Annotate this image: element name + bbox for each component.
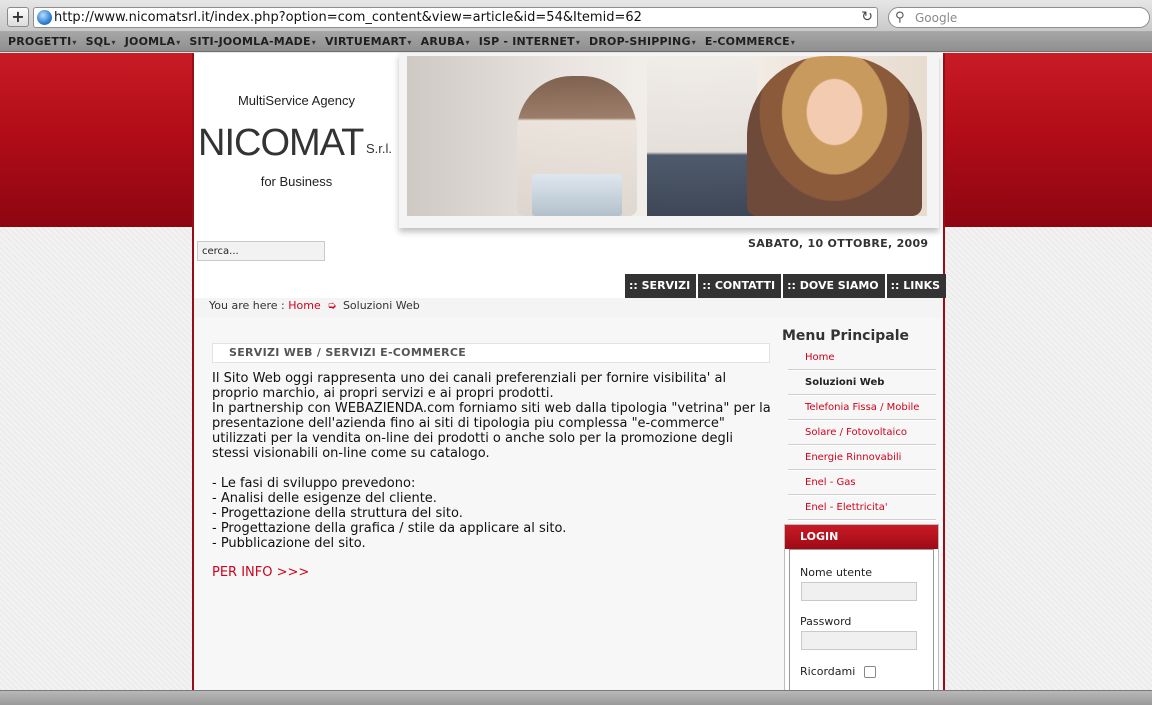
bookmark-drop-shipping[interactable]: DROP-SHIPPING▾ — [589, 32, 696, 51]
chevron-down-icon: ▾ — [790, 38, 796, 47]
main-menu: Home Soluzioni Web Telefonia Fissa / Mob… — [788, 345, 936, 520]
header-banner-image — [399, 53, 939, 228]
bookmarks-bar: PROGETTI▾ SQL▾ JOOMLA▾ SITI-JOOMLA-MADE▾… — [0, 32, 1152, 52]
username-label: Nome utente — [800, 566, 873, 579]
browser-status-bar — [0, 690, 1152, 705]
current-date: SABATO, 10 OTTOBRE, 2009 — [748, 237, 929, 250]
search-bar[interactable]: ⚲ Google — [888, 7, 1150, 28]
article-list-item: - Progettazione della grafica / stile da… — [212, 521, 567, 536]
chevron-down-icon: ▾ — [111, 38, 116, 47]
bookmark-e-commerce[interactable]: E-COMMERCE▾ — [705, 32, 795, 51]
per-info-link[interactable]: PER INFO >>> — [212, 565, 309, 581]
menu-item-solare[interactable]: Solare / Fotovoltaico — [788, 420, 936, 445]
menu-item-telefonia[interactable]: Telefonia Fissa / Mobile — [788, 395, 936, 420]
breadcrumb-current: Soluzioni Web — [342, 299, 420, 312]
password-label: Password — [800, 615, 852, 628]
logo-tagline: MultiService Agency — [237, 93, 356, 108]
article-list-item: - Pubblicazione del sito. — [212, 536, 366, 551]
bookmark-joomla[interactable]: JOOMLA▾ — [125, 32, 181, 51]
search-icon[interactable]: ⚲ — [895, 9, 905, 26]
username-field[interactable] — [801, 582, 917, 601]
remember-label: Ricordami — [800, 665, 856, 678]
menu-item-home[interactable]: Home — [788, 345, 936, 370]
login-module: LOGIN Nome utente Password Ricordami — [784, 524, 939, 695]
menu-item-soluzioni-web[interactable]: Soluzioni Web — [788, 370, 936, 395]
site-search-input[interactable] — [197, 241, 325, 261]
bookmark-aruba[interactable]: ARUBA▾ — [421, 32, 470, 51]
banner-person-right — [747, 56, 922, 216]
site-container: MultiService Agency NICOMAT S.r.l. for B… — [192, 53, 947, 695]
chevron-down-icon: ▾ — [691, 38, 696, 47]
article-paragraph: In partnership con WEBAZIENDA.com fornia… — [212, 401, 771, 461]
logo-brand-suffix: S.r.l. — [366, 141, 393, 156]
banner-photo — [407, 56, 927, 216]
breadcrumb-arrow-icon: ➭ — [327, 299, 337, 312]
search-placeholder[interactable]: Google — [915, 10, 957, 26]
bookmark-progetti[interactable]: PROGETTI▾ — [8, 32, 77, 51]
chevron-down-icon: ▾ — [575, 38, 581, 47]
article-paragraph: Il Sito Web oggi rappresenta uno dei can… — [212, 371, 727, 401]
topnav-contatti[interactable]: :: CONTATTI — [698, 274, 782, 298]
header-band-left — [0, 53, 192, 227]
chevron-down-icon: ▾ — [311, 38, 316, 47]
banner-laptop — [532, 174, 622, 216]
article-body: Il Sito Web oggi rappresenta uno dei can… — [212, 371, 772, 551]
menu-item-energie[interactable]: Energie Rinnovabili — [788, 445, 936, 470]
bookmark-siti-joomla-made[interactable]: SITI-JOOMLA-MADE▾ — [189, 32, 316, 51]
header-band-right — [945, 53, 1152, 227]
article-title: SERVIZI WEB / SERVIZI E-COMMERCE — [212, 343, 770, 363]
top-navigation: :: SERVIZI :: CONTATTI :: DOVE SIAMO :: … — [625, 274, 947, 298]
menu-item-enel-gas[interactable]: Enel - Gas — [788, 470, 936, 495]
remember-checkbox[interactable] — [864, 666, 876, 678]
chevron-down-icon: ▾ — [407, 38, 412, 47]
globe-icon — [37, 10, 52, 25]
menu-title: Menu Principale — [782, 328, 910, 344]
bookmark-sql[interactable]: SQL▾ — [86, 32, 116, 51]
bookmark-virtuemart[interactable]: VIRTUEMART▾ — [325, 32, 412, 51]
reload-icon[interactable]: ↻ — [861, 9, 873, 26]
password-field[interactable] — [801, 631, 917, 650]
login-form: Nome utente Password Ricordami — [789, 549, 934, 695]
article-list-item: - Le fasi di sviluppo prevedono: — [212, 476, 416, 491]
bookmark-isp-internet[interactable]: ISP - INTERNET▾ — [479, 32, 580, 51]
logo[interactable]: MultiService Agency NICOMAT S.r.l. for B… — [194, 53, 399, 228]
chevron-down-icon: ▾ — [465, 38, 470, 47]
breadcrumb: You are here : Home ➭ Soluzioni Web — [209, 298, 420, 314]
browser-toolbar: + http://www.nicomatsrl.it/index.php?opt… — [0, 0, 1152, 32]
url-text[interactable]: http://www.nicomatsrl.it/index.php?optio… — [54, 10, 642, 26]
address-bar[interactable]: http://www.nicomatsrl.it/index.php?optio… — [33, 7, 878, 28]
logo-subline: for Business — [260, 174, 333, 189]
breadcrumb-prefix: You are here : — [209, 299, 285, 312]
chevron-down-icon: ▾ — [72, 38, 77, 47]
topnav-links[interactable]: :: LINKS — [886, 274, 947, 298]
logo-brand: NICOMAT — [198, 122, 364, 164]
add-bookmark-button[interactable]: + — [7, 7, 29, 27]
menu-item-enel-elettricita[interactable]: Enel - Elettricita' — [788, 495, 936, 520]
chevron-down-icon: ▾ — [176, 38, 181, 47]
article-list-item: - Analisi delle esigenze del cliente. — [212, 491, 437, 506]
banner-person-middle — [647, 56, 757, 216]
login-title: LOGIN — [785, 525, 938, 549]
breadcrumb-home-link[interactable]: Home — [288, 299, 320, 312]
article-list-item: - Progettazione della struttura del sito… — [212, 506, 463, 521]
topnav-servizi[interactable]: :: SERVIZI — [625, 274, 697, 298]
topnav-dove-siamo[interactable]: :: DOVE SIAMO — [783, 274, 885, 298]
